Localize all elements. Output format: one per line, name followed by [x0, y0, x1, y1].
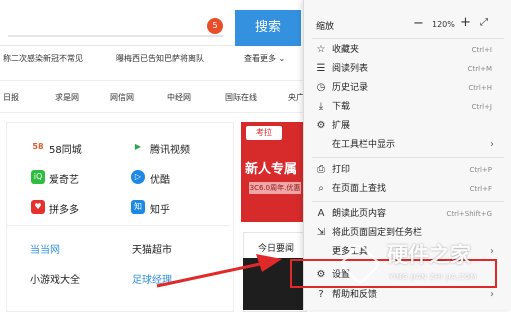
notification-badge: 5 — [207, 18, 223, 34]
menu-item-label: 打印 — [332, 165, 351, 175]
read-aloud-icon: A — [317, 208, 325, 219]
history-icon: ◷ — [316, 82, 326, 93]
ad-logo: 考拉 — [246, 126, 282, 140]
hot-news-link[interactable]: 曝梅西已告知巴萨将离队 — [116, 53, 204, 64]
ad-banner[interactable]: 考拉 新人专属 3C6.0周年.优惠 — [241, 122, 305, 222]
chevron-down-icon: ⌄ — [276, 54, 286, 63]
watermark-title: 硬件之家 — [387, 243, 471, 267]
pinduoduo-icon: ♥ — [31, 200, 45, 214]
ad-subtext: 3C6.0周年.优惠 — [249, 182, 301, 194]
menu-item-extensions[interactable]: ⚙ 扩展 — [304, 116, 511, 136]
menu-shortcut: Ctrl+F — [469, 185, 492, 193]
site-link[interactable]: 网信网 — [110, 92, 134, 103]
help-icon: ? — [318, 289, 324, 300]
download-icon: ⤓ — [318, 101, 324, 112]
menu-divider — [312, 201, 504, 202]
divider — [6, 225, 230, 226]
menu-item-label: 阅读列表 — [332, 64, 369, 74]
zoom-label: 缩放 — [316, 22, 335, 32]
reading-list-icon: ☰ — [316, 63, 326, 74]
link-dangdang[interactable]: 当当网 — [30, 241, 60, 256]
zoom-row: 缩放 − 120% + ⤢ — [304, 14, 511, 36]
menu-divider — [312, 38, 504, 39]
search-area: 5 — [0, 0, 235, 46]
site-link[interactable]: 央广 — [288, 92, 304, 103]
play-icon: ▶ — [134, 142, 142, 151]
menu-item-label: 朗读此页内容 — [332, 209, 387, 219]
menu-item-label: 收藏夹 — [332, 45, 360, 55]
watermark-subtitle: YING JIAN ZHI JIA.COM — [389, 273, 477, 281]
menu-item-favorites[interactable]: ☆ 收藏夹 Ctrl+I — [304, 40, 511, 60]
app-link-pinduoduo[interactable]: 拼多多 — [49, 201, 79, 216]
link-games[interactable]: 小游戏大全 — [30, 271, 80, 286]
site-link[interactable]: 日报 — [3, 92, 19, 103]
site-link[interactable]: 国际在线 — [225, 92, 257, 103]
site-links-row: 日报 求是网 网信网 中经网 国际在线 央广 — [0, 90, 305, 106]
zoom-value: 120% — [432, 20, 455, 29]
link-football[interactable]: 足球经理 — [132, 271, 172, 286]
ad-headline: 新人专属 — [245, 162, 298, 177]
link-tmall[interactable]: 天猫超市 — [132, 241, 172, 256]
fullscreen-icon[interactable]: ⤢ — [480, 17, 488, 28]
menu-item-label: 历史记录 — [332, 83, 369, 93]
chevron-right-icon: › — [490, 289, 494, 300]
menu-item-reading-list[interactable]: ☰ 阅读列表 Ctrl+M — [304, 59, 511, 79]
menu-shortcut: Ctrl+Shift+G — [446, 210, 492, 218]
zoom-out-button[interactable]: − — [413, 16, 424, 31]
menu-item-show-in-toolbar[interactable]: 在工具栏中显示 › — [304, 135, 511, 155]
menu-shortcut: Ctrl+H — [468, 84, 492, 92]
menu-item-read-aloud[interactable]: A 朗读此页内容 Ctrl+Shift+G — [304, 204, 511, 224]
menu-item-find[interactable]: ⌕ 在页面上查找 Ctrl+F — [304, 179, 511, 199]
menu-item-label: 下载 — [332, 102, 351, 112]
menu-item-label: 在工具栏中显示 — [332, 140, 396, 150]
app-link-youku[interactable]: 优酷 — [150, 171, 170, 186]
menu-shortcut: Ctrl+J — [471, 103, 492, 111]
menu-item-print[interactable]: ⎙ 打印 Ctrl+P — [304, 160, 511, 180]
menu-shortcut: Ctrl+M — [467, 65, 492, 73]
menu-shortcut: Ctrl+P — [469, 166, 492, 174]
app-link-58[interactable]: 58同城 — [49, 141, 82, 156]
menu-item-label: 帮助和反馈 — [332, 290, 378, 300]
pin-icon: ⇲ — [316, 227, 326, 238]
app-link-tencent-video[interactable]: 腾讯视频 — [150, 141, 190, 156]
chevron-right-icon: › — [490, 139, 494, 150]
watermark-logo — [338, 242, 382, 286]
hot-news-link[interactable]: 称二次感染新冠不常见 — [3, 53, 83, 64]
menu-shortcut: Ctrl+I — [471, 46, 492, 54]
youku-icon: ▷ — [131, 170, 145, 184]
menu-divider — [312, 157, 504, 158]
zoom-in-button[interactable]: + — [460, 15, 471, 30]
menu-item-label: 扩展 — [332, 121, 351, 131]
menu-item-label: 将此页面固定到任务栏 — [332, 228, 423, 238]
58-icon: 58 — [32, 142, 44, 151]
menu-item-history[interactable]: ◷ 历史记录 Ctrl+H — [304, 78, 511, 98]
app-link-iqiyi[interactable]: 爱奇艺 — [49, 171, 79, 186]
search-input[interactable] — [8, 11, 223, 37]
news-title: 今日要闻 — [258, 244, 295, 254]
watermark: 硬件之家 YING JIAN ZHI JIA.COM — [338, 241, 497, 289]
app-link-zhihu[interactable]: 知乎 — [150, 201, 170, 216]
site-link[interactable]: 中经网 — [167, 92, 191, 103]
hot-news-row: 称二次感染新冠不常见 曝梅西已告知巴萨将离队 查看更多 ⌄ — [0, 50, 305, 66]
site-link[interactable]: 求是网 — [55, 92, 79, 103]
iqiyi-icon: iQ — [31, 170, 45, 184]
search-button[interactable]: 搜索 — [235, 10, 301, 46]
search-icon: ⌕ — [318, 183, 324, 194]
divider — [0, 80, 305, 81]
menu-item-downloads[interactable]: ⤓ 下载 Ctrl+J — [304, 97, 511, 117]
printer-icon: ⎙ — [317, 164, 325, 175]
more-label: 查看更多 — [244, 54, 276, 63]
extension-icon: ⚙ — [316, 120, 326, 131]
more-link[interactable]: 查看更多 ⌄ — [244, 53, 285, 64]
star-icon: ☆ — [316, 44, 326, 55]
divider — [0, 112, 305, 113]
zhihu-icon: 知 — [131, 200, 145, 214]
menu-item-label: 在页面上查找 — [332, 184, 387, 194]
